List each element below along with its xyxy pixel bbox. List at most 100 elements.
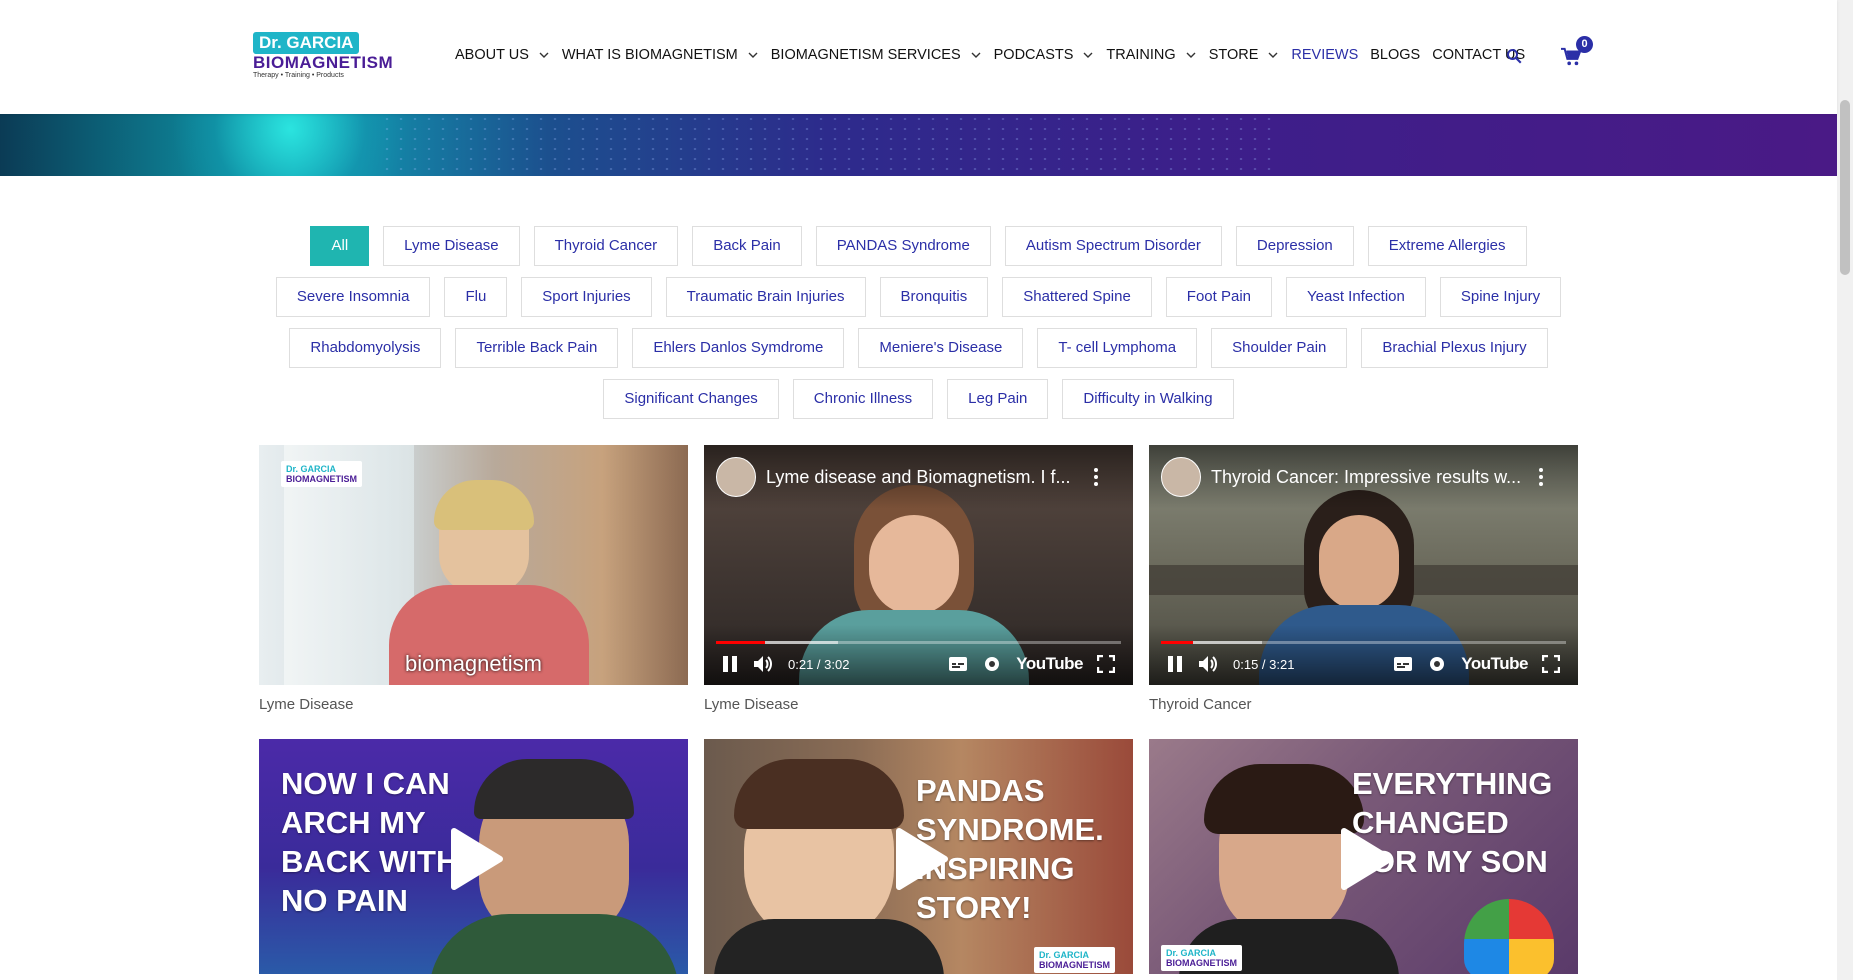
chevron-down-icon [1083, 52, 1093, 58]
cart-count-badge: 0 [1576, 36, 1593, 53]
video-player[interactable]: Lyme disease and Biomagnetism. I f... 0:… [704, 445, 1133, 685]
video-title[interactable]: Thyroid Cancer: Impressive results w... [1211, 467, 1521, 488]
hero-banner [0, 114, 1837, 176]
settings-icon[interactable] [1427, 654, 1447, 674]
youtube-logo[interactable]: YouTube [1461, 654, 1528, 674]
filter-severe-insomnia[interactable]: Severe Insomnia [275, 277, 431, 317]
player-controls: 0:15 / 3:21 YouTube [1167, 649, 1560, 679]
filter-significant-changes[interactable]: Significant Changes [603, 379, 779, 419]
video-thumbnail[interactable]: PANDAS SYNDROME. INSPIRING STORY! Dr. GARCI… [704, 739, 1133, 974]
filter-leg-pain[interactable]: Leg Pain [947, 379, 1049, 419]
video-card[interactable]: Dr. GARCIA BIOMAGNETISM biomagnetism Lyme… [259, 445, 688, 713]
filter-bar: All Lyme Disease Thyroid Cancer Back Pain PA… [0, 226, 1837, 430]
filter-sport-injuries[interactable]: Sport Injuries [521, 277, 652, 317]
nav-item-biomagnetism-services[interactable]: BIOMAGNETISM SERVICES [771, 47, 982, 63]
captions-icon[interactable] [1393, 656, 1413, 672]
captions-icon[interactable] [948, 656, 968, 672]
video-card[interactable]: PANDAS SYNDROME. INSPIRING STORY! Dr. GARCI… [704, 739, 1133, 974]
video-brand-logo: Dr. GARCIA BIOMAGNETISM [1161, 945, 1242, 971]
video-thumbnail[interactable]: Dr. GARCIA BIOMAGNETISM biomagnetism [259, 445, 688, 685]
nav-item-label: BIOMAGNETISM SERVICES [770, 47, 961, 63]
pause-icon[interactable] [1167, 655, 1183, 673]
play-icon[interactable] [1338, 827, 1394, 891]
page-scrollbar[interactable] [1837, 0, 1853, 980]
logo-line-2: BIOMAGNETISM [253, 53, 394, 72]
chevron-down-icon [971, 52, 981, 58]
filter-t-cell-lymphoma[interactable]: T- cell Lymphoma [1037, 328, 1198, 368]
filter-all[interactable]: All [310, 226, 370, 266]
chevron-down-icon [1186, 52, 1196, 58]
filter-chronic-illness[interactable]: Chronic Illness [792, 379, 934, 419]
video-card[interactable]: Lyme disease and Biomagnetism. I f... 0:… [704, 445, 1133, 713]
filter-back-pain[interactable]: Back Pain [692, 226, 802, 266]
site-header: Dr. GARCIA BIOMAGNETISM Therapy • Traini… [0, 0, 1837, 114]
channel-avatar[interactable] [1161, 457, 1201, 497]
filter-difficulty-in-walking[interactable]: Difficulty in Walking [1062, 379, 1234, 419]
logo-line-1: Dr. GARCIA [253, 32, 360, 54]
filter-extreme-allergies[interactable]: Extreme Allergies [1367, 226, 1527, 266]
play-icon[interactable] [448, 827, 504, 891]
pause-icon[interactable] [722, 655, 738, 673]
nav-item-store[interactable]: STORE [1209, 47, 1280, 63]
more-options-icon[interactable] [1538, 467, 1544, 487]
filter-row: Significant Changes Chronic Illness Leg Pa… [0, 379, 1837, 419]
filter-lyme-disease[interactable]: Lyme Disease [383, 226, 520, 266]
filter-brachial-plexus-injury[interactable]: Brachial Plexus Injury [1361, 328, 1548, 368]
player-controls: 0:21 / 3:02 YouTube [722, 649, 1115, 679]
search-icon[interactable] [1505, 47, 1523, 65]
video-time: 0:15 / 3:21 [1233, 656, 1295, 672]
filter-autism-spectrum-disorder[interactable]: Autism Spectrum Disorder [1004, 226, 1222, 266]
video-player[interactable]: Thyroid Cancer: Impressive results w... … [1149, 445, 1578, 685]
channel-avatar[interactable] [716, 457, 756, 497]
video-title[interactable]: Lyme disease and Biomagnetism. I f... [766, 467, 1070, 488]
video-progress-bar[interactable] [1161, 641, 1566, 644]
hero-dots-pattern [380, 114, 1280, 176]
site-logo[interactable]: Dr. GARCIA BIOMAGNETISM Therapy • Traini… [253, 32, 394, 84]
volume-icon[interactable] [1197, 654, 1219, 674]
filter-thyroid-cancer[interactable]: Thyroid Cancer [533, 226, 679, 266]
filter-foot-pain[interactable]: Foot Pain [1165, 277, 1273, 317]
video-card[interactable]: EVERYTHING CHANGED FOR MY SON Dr. GARCIA BI… [1149, 739, 1578, 974]
filter-depression[interactable]: Depression [1235, 226, 1354, 266]
video-caption: Lyme Disease [704, 696, 799, 713]
chevron-down-icon [1268, 52, 1278, 58]
filter-pandas-syndrome[interactable]: PANDAS Syndrome [815, 226, 991, 266]
filter-yeast-infection[interactable]: Yeast Infection [1286, 277, 1426, 317]
scrollbar-thumb[interactable] [1840, 100, 1850, 275]
nav-item-reviews[interactable]: REVIEWS [1291, 47, 1358, 63]
main-nav: ABOUT US WHAT IS BIOMAGNETISM BIOMAGNETISM… [455, 47, 1537, 63]
video-progress-bar[interactable] [716, 641, 1121, 644]
video-card[interactable]: Thyroid Cancer: Impressive results w... … [1149, 445, 1578, 713]
filter-rhabdomyolysis[interactable]: Rhabdomyolysis [289, 328, 442, 368]
play-icon[interactable] [893, 827, 949, 891]
nav-item-blogs[interactable]: BLOGS [1370, 47, 1420, 63]
video-thumbnail[interactable]: NOW I CAN ARCH MY BACK WITH NO PAIN [259, 739, 688, 974]
youtube-logo[interactable]: YouTube [1016, 654, 1083, 674]
filter-shoulder-pain[interactable]: Shoulder Pain [1211, 328, 1348, 368]
filter-shattered-spine[interactable]: Shattered Spine [1002, 277, 1152, 317]
filter-meniere-s-disease[interactable]: Meniere's Disease [858, 328, 1024, 368]
nav-item-about-us[interactable]: ABOUT US [455, 47, 550, 63]
nav-item-label: BLOGS [1370, 47, 1421, 63]
video-card[interactable]: NOW I CAN ARCH MY BACK WITH NO PAIN [259, 739, 688, 974]
filter-bronquitis[interactable]: Bronquitis [879, 277, 989, 317]
volume-icon[interactable] [752, 654, 774, 674]
filter-traumatic-brain-injuries[interactable]: Traumatic Brain Injuries [665, 277, 866, 317]
nav-item-training[interactable]: TRAINING [1106, 47, 1196, 63]
filter-ehlers-danlos-symdrome[interactable]: Ehlers Danlos Symdrome [632, 328, 845, 368]
more-options-icon[interactable] [1093, 467, 1099, 487]
nav-item-label: REVIEWS [1291, 47, 1359, 63]
thumbnail-headline: NOW I CAN ARCH MY BACK WITH NO PAIN [281, 766, 459, 918]
video-thumbnail[interactable]: EVERYTHING CHANGED FOR MY SON Dr. GARCIA BI… [1149, 739, 1578, 974]
nav-item-podcasts[interactable]: PODCASTS [994, 47, 1095, 63]
nav-item-what-is-biomagnetism[interactable]: WHAT IS BIOMAGNETISM [562, 47, 759, 63]
fullscreen-icon[interactable] [1542, 655, 1560, 673]
video-brand-logo: Dr. GARCIA BIOMAGNETISM [1034, 947, 1115, 973]
filter-flu[interactable]: Flu [444, 277, 508, 317]
video-time: 0:21 / 3:02 [788, 656, 850, 672]
filter-spine-injury[interactable]: Spine Injury [1439, 277, 1562, 317]
settings-icon[interactable] [982, 654, 1002, 674]
video-brand-logo: Dr. GARCIA BIOMAGNETISM [281, 461, 362, 487]
fullscreen-icon[interactable] [1097, 655, 1115, 673]
filter-terrible-back-pain[interactable]: Terrible Back Pain [455, 328, 619, 368]
